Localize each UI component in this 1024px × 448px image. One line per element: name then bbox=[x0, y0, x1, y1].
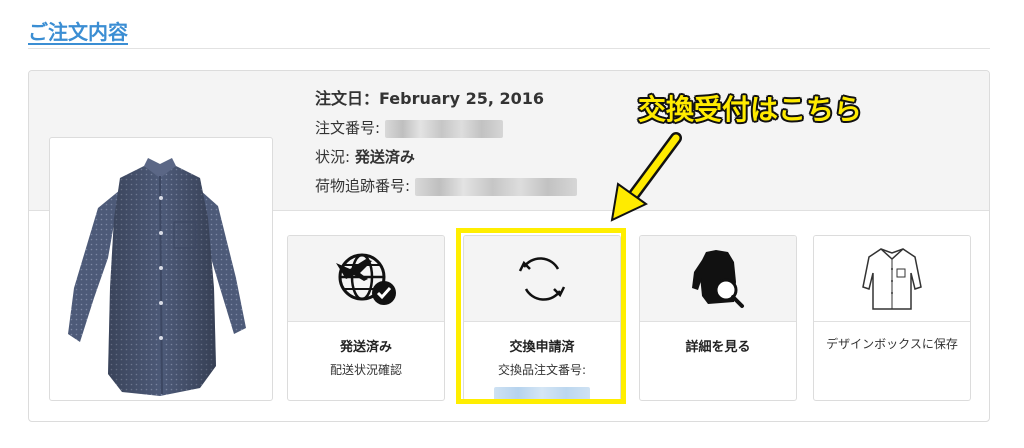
section-title[interactable]: ご注文内容 bbox=[28, 16, 128, 45]
tracking-number-row: 荷物追跡番号: bbox=[315, 174, 577, 203]
card-icon-area bbox=[288, 236, 444, 322]
card-icon-area bbox=[640, 236, 796, 322]
shipping-globe-icon bbox=[336, 253, 396, 305]
order-info: 注文日：February 25, 2016 注文番号: 状況: 発送済み 荷物追… bbox=[315, 87, 577, 203]
order-number-redacted bbox=[384, 119, 503, 138]
exchange-order-number-link[interactable] bbox=[494, 387, 590, 400]
exchange-requested-label: 交換申請済 bbox=[509, 340, 575, 355]
order-status-label: 状況: bbox=[315, 148, 351, 166]
save-design-box-label: デザインボックスに保存 bbox=[826, 337, 958, 351]
shipping-status-card[interactable]: 発送済み 配送状況確認 bbox=[287, 235, 445, 401]
shirt-outline-icon bbox=[862, 247, 922, 310]
exchange-callout-text: 交換受付はこちら bbox=[638, 93, 863, 126]
title-divider bbox=[28, 48, 990, 49]
tracking-number-label: 荷物追跡番号: bbox=[315, 177, 411, 195]
order-date-label: 注文日： bbox=[315, 89, 380, 108]
order-date-row: 注文日：February 25, 2016 bbox=[315, 87, 577, 116]
view-details-card[interactable]: 詳細を見る bbox=[639, 235, 797, 401]
exchange-request-card[interactable]: 交換申請済 交換品注文番号: bbox=[463, 235, 621, 401]
card-icon-area bbox=[464, 236, 620, 322]
order-number-label: 注文番号: bbox=[315, 119, 381, 137]
card-icon-area bbox=[814, 236, 970, 322]
order-status-row: 状況: 発送済み bbox=[315, 145, 577, 174]
shipped-label: 発送済み bbox=[339, 340, 392, 355]
product-card[interactable] bbox=[49, 137, 273, 401]
order-date-value: February 25, 2016 bbox=[379, 89, 545, 108]
view-details-label: 詳細を見る bbox=[685, 340, 751, 355]
exchange-order-number-label: 交換品注文番号: bbox=[497, 363, 587, 377]
delivery-status-link[interactable]: 配送状況確認 bbox=[288, 361, 444, 379]
shirt-search-icon bbox=[692, 249, 744, 308]
shirt-image[interactable] bbox=[50, 138, 274, 402]
save-design-box-card[interactable]: デザインボックスに保存 bbox=[813, 235, 971, 401]
order-status-value: 発送済み bbox=[354, 148, 415, 166]
tracking-number-redacted bbox=[414, 177, 577, 196]
order-number-row: 注文番号: bbox=[315, 116, 577, 145]
callout-arrow-icon bbox=[610, 132, 682, 222]
exchange-refresh-icon bbox=[518, 256, 566, 301]
